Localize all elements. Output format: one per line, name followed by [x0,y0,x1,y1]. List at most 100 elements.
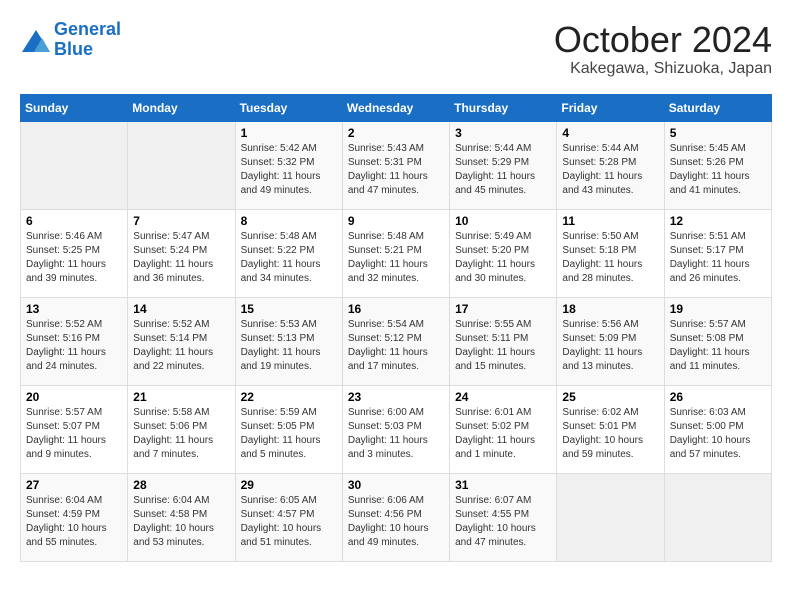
day-number: 15 [241,302,337,316]
day-detail: Sunrise: 5:59 AMSunset: 5:05 PMDaylight:… [241,406,337,462]
calendar-week-row: 27 Sunrise: 6:04 AMSunset: 4:59 PMDayligh… [21,473,772,561]
logo-line1: General [54,19,121,39]
day-number: 12 [670,214,766,228]
day-number: 18 [562,302,658,316]
calendar-cell: 3 Sunrise: 5:44 AMSunset: 5:29 PMDaylight… [450,121,557,209]
day-number: 3 [455,126,551,140]
calendar-cell: 2 Sunrise: 5:43 AMSunset: 5:31 PMDaylight… [342,121,449,209]
calendar-cell: 13 Sunrise: 5:52 AMSunset: 5:16 PMDayligh… [21,297,128,385]
calendar-cell: 9Sunrise: 5:48 AMSunset: 5:21 PMDaylight… [342,209,449,297]
day-detail: Sunrise: 5:47 AMSunset: 5:24 PMDaylight:… [133,230,229,286]
day-number: 20 [26,390,122,404]
calendar-cell: 10 Sunrise: 5:49 AMSunset: 5:20 PMDayligh… [450,209,557,297]
weekday-header: Friday [557,94,664,121]
weekday-header: Sunday [21,94,128,121]
day-number: 24 [455,390,551,404]
day-detail: Sunrise: 6:03 AMSunset: 5:00 PMDaylight:… [670,406,766,462]
logo-text: General Blue [54,20,121,60]
logo-line2: Blue [54,39,93,59]
day-detail: Sunrise: 5:50 AMSunset: 5:18 PMDaylight:… [562,230,658,286]
day-detail: Sunrise: 6:04 AMSunset: 4:58 PMDaylight:… [133,494,229,550]
day-number: 6 [26,214,122,228]
day-number: 22 [241,390,337,404]
day-number: 30 [348,478,444,492]
day-number: 28 [133,478,229,492]
day-detail: Sunrise: 5:44 AMSunset: 5:29 PMDaylight:… [455,142,551,198]
calendar-cell [664,473,771,561]
day-detail: Sunrise: 5:43 AMSunset: 5:31 PMDaylight:… [348,142,444,198]
calendar-cell: 4 Sunrise: 5:44 AMSunset: 5:28 PMDaylight… [557,121,664,209]
calendar-cell [557,473,664,561]
calendar-table: SundayMondayTuesdayWednesdayThursdayFrid… [20,94,772,562]
calendar-cell: 20 Sunrise: 5:57 AMSunset: 5:07 PMDayligh… [21,385,128,473]
day-detail: Sunrise: 5:55 AMSunset: 5:11 PMDaylight:… [455,318,551,374]
day-detail: Sunrise: 5:57 AMSunset: 5:07 PMDaylight:… [26,406,122,462]
day-detail: Sunrise: 5:44 AMSunset: 5:28 PMDaylight:… [562,142,658,198]
calendar-cell: 15 Sunrise: 5:53 AMSunset: 5:13 PMDayligh… [235,297,342,385]
calendar-week-row: 20 Sunrise: 5:57 AMSunset: 5:07 PMDayligh… [21,385,772,473]
calendar-cell: 19Sunrise: 5:57 AMSunset: 5:08 PMDayligh… [664,297,771,385]
day-detail: Sunrise: 5:51 AMSunset: 5:17 PMDaylight:… [670,230,766,286]
day-detail: Sunrise: 6:02 AMSunset: 5:01 PMDaylight:… [562,406,658,462]
weekday-header: Tuesday [235,94,342,121]
calendar-week-row: 6Sunrise: 5:46 AMSunset: 5:25 PMDaylight… [21,209,772,297]
weekday-header: Wednesday [342,94,449,121]
day-number: 5 [670,126,766,140]
weekday-header: Thursday [450,94,557,121]
day-number: 16 [348,302,444,316]
weekday-header-row: SundayMondayTuesdayWednesdayThursdayFrid… [21,94,772,121]
calendar-cell: 21 Sunrise: 5:58 AMSunset: 5:06 PMDayligh… [128,385,235,473]
calendar-cell: 7Sunrise: 5:47 AMSunset: 5:24 PMDaylight… [128,209,235,297]
day-detail: Sunrise: 5:52 AMSunset: 5:16 PMDaylight:… [26,318,122,374]
calendar-cell: 11 Sunrise: 5:50 AMSunset: 5:18 PMDayligh… [557,209,664,297]
day-number: 14 [133,302,229,316]
day-detail: Sunrise: 5:42 AMSunset: 5:32 PMDaylight:… [241,142,337,198]
calendar-cell: 16Sunrise: 5:54 AMSunset: 5:12 PMDayligh… [342,297,449,385]
calendar-cell: 27 Sunrise: 6:04 AMSunset: 4:59 PMDayligh… [21,473,128,561]
calendar-cell: 31 Sunrise: 6:07 AMSunset: 4:55 PMDayligh… [450,473,557,561]
logo: General Blue [20,20,121,60]
day-detail: Sunrise: 6:05 AMSunset: 4:57 PMDaylight:… [241,494,337,550]
day-number: 27 [26,478,122,492]
day-number: 11 [562,214,658,228]
calendar-cell [21,121,128,209]
day-number: 8 [241,214,337,228]
calendar-cell: 6Sunrise: 5:46 AMSunset: 5:25 PMDaylight… [21,209,128,297]
calendar-cell: 28 Sunrise: 6:04 AMSunset: 4:58 PMDayligh… [128,473,235,561]
calendar-cell: 25 Sunrise: 6:02 AMSunset: 5:01 PMDayligh… [557,385,664,473]
day-detail: Sunrise: 5:52 AMSunset: 5:14 PMDaylight:… [133,318,229,374]
day-detail: Sunrise: 5:49 AMSunset: 5:20 PMDaylight:… [455,230,551,286]
day-detail: Sunrise: 5:45 AMSunset: 5:26 PMDaylight:… [670,142,766,198]
calendar-cell: 26Sunrise: 6:03 AMSunset: 5:00 PMDayligh… [664,385,771,473]
weekday-header: Saturday [664,94,771,121]
day-number: 25 [562,390,658,404]
day-detail: Sunrise: 6:07 AMSunset: 4:55 PMDaylight:… [455,494,551,550]
day-detail: Sunrise: 6:06 AMSunset: 4:56 PMDaylight:… [348,494,444,550]
calendar-cell: 14 Sunrise: 5:52 AMSunset: 5:14 PMDayligh… [128,297,235,385]
day-detail: Sunrise: 5:58 AMSunset: 5:06 PMDaylight:… [133,406,229,462]
day-detail: Sunrise: 6:01 AMSunset: 5:02 PMDaylight:… [455,406,551,462]
day-detail: Sunrise: 6:04 AMSunset: 4:59 PMDaylight:… [26,494,122,550]
logo-icon [20,28,50,52]
calendar-cell: 1Sunrise: 5:42 AMSunset: 5:32 PMDaylight… [235,121,342,209]
calendar-cell: 30 Sunrise: 6:06 AMSunset: 4:56 PMDayligh… [342,473,449,561]
calendar-cell: 18Sunrise: 5:56 AMSunset: 5:09 PMDayligh… [557,297,664,385]
day-number: 21 [133,390,229,404]
day-number: 9 [348,214,444,228]
day-number: 2 [348,126,444,140]
day-number: 31 [455,478,551,492]
day-detail: Sunrise: 5:48 AMSunset: 5:22 PMDaylight:… [241,230,337,286]
day-detail: Sunrise: 6:00 AMSunset: 5:03 PMDaylight:… [348,406,444,462]
calendar-cell: 24 Sunrise: 6:01 AMSunset: 5:02 PMDayligh… [450,385,557,473]
calendar-week-row: 1Sunrise: 5:42 AMSunset: 5:32 PMDaylight… [21,121,772,209]
day-number: 4 [562,126,658,140]
calendar-cell: 12 Sunrise: 5:51 AMSunset: 5:17 PMDayligh… [664,209,771,297]
calendar-cell: 29Sunrise: 6:05 AMSunset: 4:57 PMDayligh… [235,473,342,561]
page-header: General Blue October 2024 Kakegawa, Shiz… [20,20,772,78]
day-number: 19 [670,302,766,316]
day-detail: Sunrise: 5:53 AMSunset: 5:13 PMDaylight:… [241,318,337,374]
day-number: 10 [455,214,551,228]
calendar-cell: 23Sunrise: 6:00 AMSunset: 5:03 PMDayligh… [342,385,449,473]
day-number: 13 [26,302,122,316]
day-number: 17 [455,302,551,316]
